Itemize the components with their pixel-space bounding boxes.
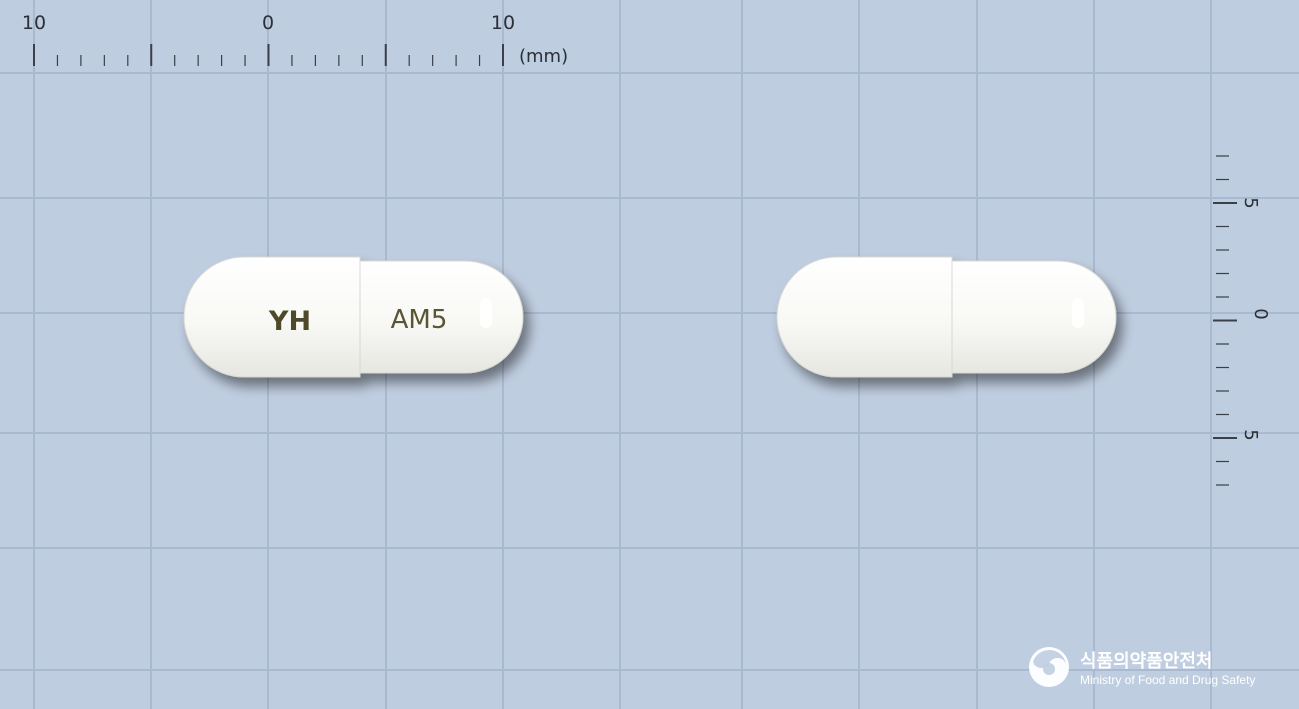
top-ruler-label-right: 10	[491, 12, 515, 34]
capsule-front-left-imprint: YH	[268, 306, 311, 337]
top-ruler-label-center: 0	[262, 12, 274, 34]
mfds-name-english: Ministry of Food and Drug Safety	[1080, 673, 1255, 687]
side-ruler-ticks	[1213, 155, 1237, 486]
side-ruler-label-center: 0	[1250, 308, 1271, 319]
top-ruler-label-left: 10	[22, 12, 46, 34]
top-ruler: 10 0 10 (mm)	[22, 12, 568, 67]
capsule-back-body	[949, 260, 1117, 374]
capsule-front-right-imprint: AM5	[391, 305, 448, 335]
side-ruler-label-bottom: 5	[1240, 429, 1261, 440]
mfds-name-korean: 식품의약품안전처	[1080, 650, 1212, 672]
pill-photo-scene: 10 0 10 (mm) 5 0 5 YH AM5 식품의약품안전처 Minis…	[0, 0, 1299, 709]
mfds-emblem-icon	[1029, 647, 1069, 687]
side-ruler: 5 0 5	[1213, 155, 1271, 486]
capsule-back-highlight	[1072, 298, 1084, 328]
capsule-front-highlight	[480, 298, 492, 328]
background-grid	[0, 0, 1299, 709]
top-ruler-unit: (mm)	[519, 46, 568, 67]
top-ruler-ticks	[33, 44, 504, 66]
capsule-back-cap	[776, 256, 953, 378]
capsule-back	[776, 256, 1117, 378]
side-ruler-label-top: 5	[1240, 197, 1261, 208]
capsule-front: YH AM5	[183, 256, 524, 378]
mfds-watermark: 식품의약품안전처 Ministry of Food and Drug Safet…	[1029, 647, 1255, 687]
